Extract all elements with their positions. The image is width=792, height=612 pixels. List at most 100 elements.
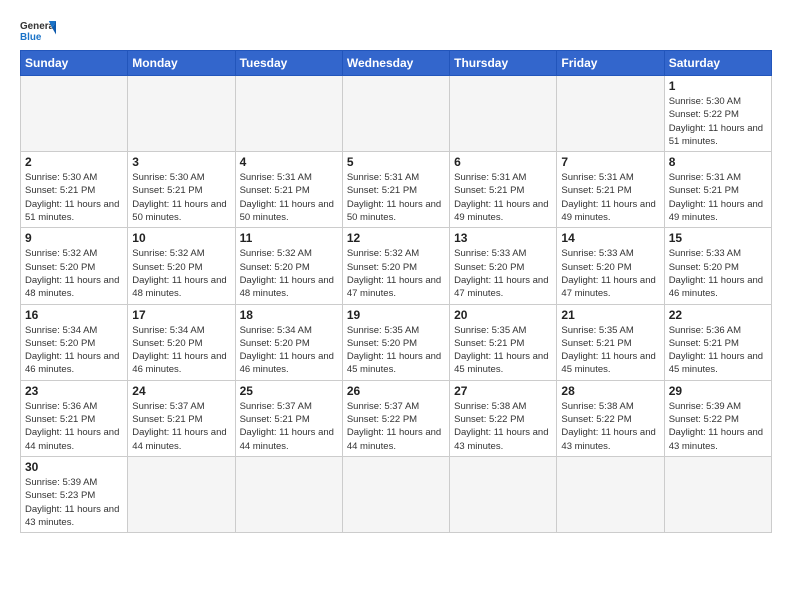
svg-text:Blue: Blue [20, 32, 42, 43]
calendar-cell [557, 456, 664, 532]
day-number: 30 [25, 460, 123, 474]
day-info: Sunrise: 5:31 AM Sunset: 5:21 PM Dayligh… [669, 171, 767, 224]
day-header-monday: Monday [128, 51, 235, 76]
calendar-cell [342, 456, 449, 532]
day-info: Sunrise: 5:38 AM Sunset: 5:22 PM Dayligh… [561, 400, 659, 453]
day-number: 16 [25, 308, 123, 322]
day-info: Sunrise: 5:35 AM Sunset: 5:21 PM Dayligh… [561, 324, 659, 377]
day-info: Sunrise: 5:38 AM Sunset: 5:22 PM Dayligh… [454, 400, 552, 453]
calendar-cell: 26Sunrise: 5:37 AM Sunset: 5:22 PM Dayli… [342, 380, 449, 456]
day-number: 10 [132, 231, 230, 245]
calendar-cell [21, 76, 128, 152]
calendar-cell: 28 Sunrise: 5:38 AM Sunset: 5:22 PM Dayli… [557, 380, 664, 456]
day-info: Sunrise: 5:31 AM Sunset: 5:21 PM Dayligh… [240, 171, 338, 224]
calendar-cell: 25 Sunrise: 5:37 AM Sunset: 5:21 PM Dayli… [235, 380, 342, 456]
calendar-cell [342, 76, 449, 152]
day-number: 27 [454, 384, 552, 398]
logo: General Blue [20, 16, 56, 44]
calendar-cell: 7Sunrise: 5:31 AM Sunset: 5:21 PM Daylig… [557, 152, 664, 228]
calendar-cell [450, 76, 557, 152]
day-number: 25 [240, 384, 338, 398]
day-number: 6 [454, 155, 552, 169]
calendar-cell: 11 Sunrise: 5:32 AM Sunset: 5:20 PM Dayli… [235, 228, 342, 304]
day-number: 8 [669, 155, 767, 169]
calendar-cell: 19Sunrise: 5:35 AM Sunset: 5:20 PM Dayli… [342, 304, 449, 380]
calendar-cell [664, 456, 771, 532]
day-header-wednesday: Wednesday [342, 51, 449, 76]
day-number: 20 [454, 308, 552, 322]
day-info: Sunrise: 5:33 AM Sunset: 5:20 PM Dayligh… [561, 247, 659, 300]
calendar-cell: 1 Sunrise: 5:30 AM Sunset: 5:22 PM Daylig… [664, 76, 771, 152]
calendar-cell: 20 Sunrise: 5:35 AM Sunset: 5:21 PM Dayli… [450, 304, 557, 380]
day-info: Sunrise: 5:34 AM Sunset: 5:20 PM Dayligh… [25, 324, 123, 377]
calendar-cell: 9Sunrise: 5:32 AM Sunset: 5:20 PM Daylig… [21, 228, 128, 304]
calendar-cell [128, 76, 235, 152]
header: General Blue [20, 16, 772, 44]
calendar-cell: 8 Sunrise: 5:31 AM Sunset: 5:21 PM Daylig… [664, 152, 771, 228]
day-header-friday: Friday [557, 51, 664, 76]
calendar-header-row: SundayMondayTuesdayWednesdayThursdayFrid… [21, 51, 772, 76]
day-number: 21 [561, 308, 659, 322]
day-info: Sunrise: 5:39 AM Sunset: 5:22 PM Dayligh… [669, 400, 767, 453]
day-number: 28 [561, 384, 659, 398]
calendar-week-row: 2 Sunrise: 5:30 AM Sunset: 5:21 PM Daylig… [21, 152, 772, 228]
calendar-cell: 17 Sunrise: 5:34 AM Sunset: 5:20 PM Dayli… [128, 304, 235, 380]
day-info: Sunrise: 5:31 AM Sunset: 5:21 PM Dayligh… [347, 171, 445, 224]
day-info: Sunrise: 5:36 AM Sunset: 5:21 PM Dayligh… [669, 324, 767, 377]
day-info: Sunrise: 5:35 AM Sunset: 5:21 PM Dayligh… [454, 324, 552, 377]
day-number: 17 [132, 308, 230, 322]
day-info: Sunrise: 5:37 AM Sunset: 5:21 PM Dayligh… [240, 400, 338, 453]
calendar-cell: 22 Sunrise: 5:36 AM Sunset: 5:21 PM Dayli… [664, 304, 771, 380]
day-number: 29 [669, 384, 767, 398]
day-number: 11 [240, 231, 338, 245]
day-info: Sunrise: 5:32 AM Sunset: 5:20 PM Dayligh… [132, 247, 230, 300]
day-number: 26 [347, 384, 445, 398]
day-number: 19 [347, 308, 445, 322]
calendar-cell: 30 Sunrise: 5:39 AM Sunset: 5:23 PM Dayli… [21, 456, 128, 532]
calendar-cell: 4 Sunrise: 5:31 AM Sunset: 5:21 PM Daylig… [235, 152, 342, 228]
day-number: 4 [240, 155, 338, 169]
day-number: 7 [561, 155, 659, 169]
calendar-cell [235, 456, 342, 532]
calendar-cell: 24Sunrise: 5:37 AM Sunset: 5:21 PM Dayli… [128, 380, 235, 456]
calendar-week-row: 16 Sunrise: 5:34 AM Sunset: 5:20 PM Dayli… [21, 304, 772, 380]
day-info: Sunrise: 5:34 AM Sunset: 5:20 PM Dayligh… [240, 324, 338, 377]
day-number: 23 [25, 384, 123, 398]
calendar-cell [450, 456, 557, 532]
calendar-cell [557, 76, 664, 152]
day-number: 12 [347, 231, 445, 245]
calendar-cell: 10 Sunrise: 5:32 AM Sunset: 5:20 PM Dayli… [128, 228, 235, 304]
calendar-cell: 16 Sunrise: 5:34 AM Sunset: 5:20 PM Dayli… [21, 304, 128, 380]
day-header-sunday: Sunday [21, 51, 128, 76]
day-number: 22 [669, 308, 767, 322]
day-number: 13 [454, 231, 552, 245]
day-info: Sunrise: 5:30 AM Sunset: 5:22 PM Dayligh… [669, 95, 767, 148]
day-number: 3 [132, 155, 230, 169]
calendar-cell: 23Sunrise: 5:36 AM Sunset: 5:21 PM Dayli… [21, 380, 128, 456]
day-info: Sunrise: 5:39 AM Sunset: 5:23 PM Dayligh… [25, 476, 123, 529]
day-info: Sunrise: 5:31 AM Sunset: 5:21 PM Dayligh… [454, 171, 552, 224]
day-number: 9 [25, 231, 123, 245]
day-info: Sunrise: 5:32 AM Sunset: 5:20 PM Dayligh… [240, 247, 338, 300]
calendar-cell: 6 Sunrise: 5:31 AM Sunset: 5:21 PM Daylig… [450, 152, 557, 228]
day-info: Sunrise: 5:32 AM Sunset: 5:20 PM Dayligh… [347, 247, 445, 300]
day-info: Sunrise: 5:33 AM Sunset: 5:20 PM Dayligh… [669, 247, 767, 300]
calendar-cell: 5Sunrise: 5:31 AM Sunset: 5:21 PM Daylig… [342, 152, 449, 228]
day-number: 1 [669, 79, 767, 93]
calendar-cell [235, 76, 342, 152]
day-header-thursday: Thursday [450, 51, 557, 76]
day-info: Sunrise: 5:30 AM Sunset: 5:21 PM Dayligh… [25, 171, 123, 224]
day-info: Sunrise: 5:34 AM Sunset: 5:20 PM Dayligh… [132, 324, 230, 377]
calendar-cell: 21 Sunrise: 5:35 AM Sunset: 5:21 PM Dayli… [557, 304, 664, 380]
calendar-cell: 2 Sunrise: 5:30 AM Sunset: 5:21 PM Daylig… [21, 152, 128, 228]
calendar-week-row: 9 Sunrise: 5:32 AM Sunset: 5:20 PM Daylig… [21, 228, 772, 304]
calendar-week-row: 30 Sunrise: 5:39 AM Sunset: 5:23 PM Dayli… [21, 456, 772, 532]
calendar-cell: 3Sunrise: 5:30 AM Sunset: 5:21 PM Daylig… [128, 152, 235, 228]
calendar-cell: 27 Sunrise: 5:38 AM Sunset: 5:22 PM Dayli… [450, 380, 557, 456]
day-number: 2 [25, 155, 123, 169]
day-number: 15 [669, 231, 767, 245]
day-header-saturday: Saturday [664, 51, 771, 76]
calendar-cell: 29 Sunrise: 5:39 AM Sunset: 5:22 PM Dayli… [664, 380, 771, 456]
calendar-cell: 15 Sunrise: 5:33 AM Sunset: 5:20 PM Dayli… [664, 228, 771, 304]
calendar-cell: 13Sunrise: 5:33 AM Sunset: 5:20 PM Dayli… [450, 228, 557, 304]
